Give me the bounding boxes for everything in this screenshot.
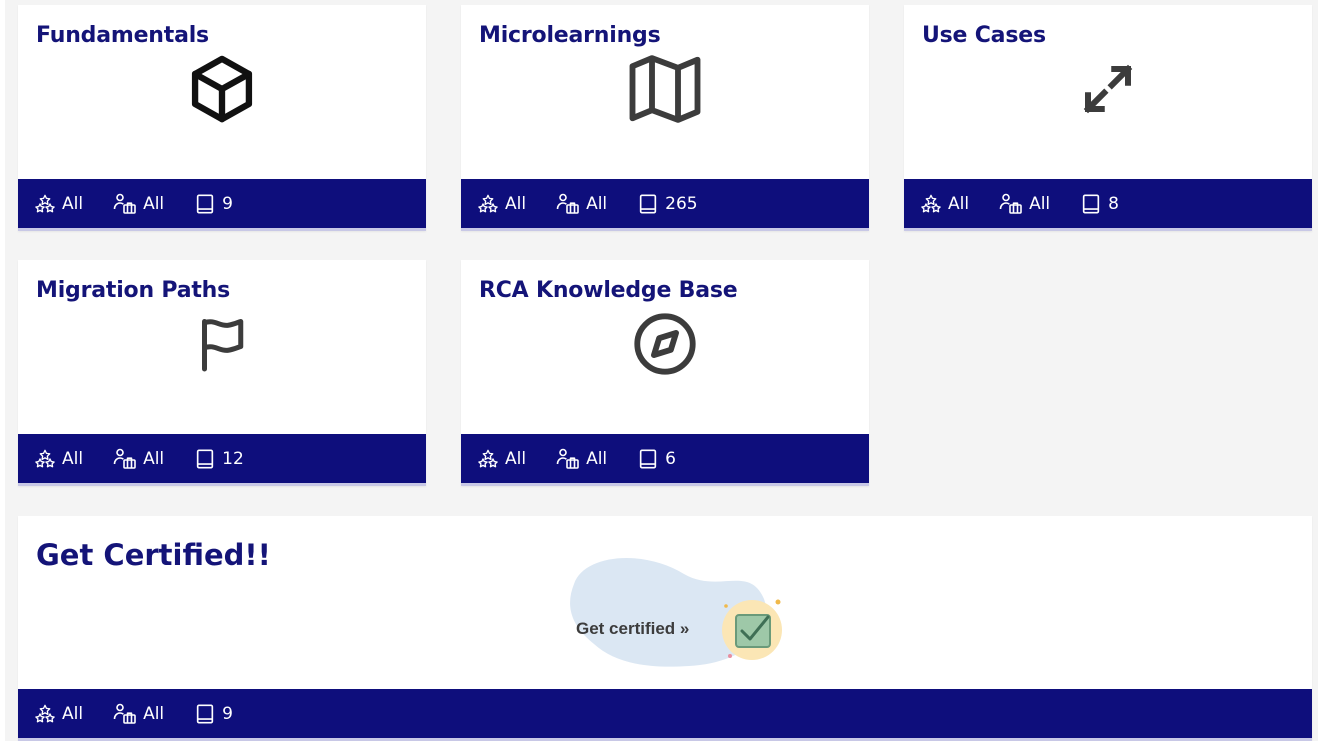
count-stat: 265: [637, 193, 698, 215]
get-certified-title: Get Certified!!: [36, 538, 271, 572]
card-title: Use Cases: [922, 23, 1046, 48]
card-fundamentals[interactable]: Fundamentals All All 9: [18, 5, 426, 231]
user-briefcase-icon: [113, 448, 136, 469]
levels-stat: All: [34, 194, 83, 214]
levels-icon: [478, 449, 498, 467]
get-certified-badge[interactable]: Get certified »: [554, 544, 794, 678]
count-stat: 8: [1080, 193, 1119, 215]
map-icon: [625, 49, 705, 129]
levels-value: All: [505, 193, 527, 214]
user-briefcase-icon: [556, 448, 579, 469]
levels-icon: [478, 194, 498, 212]
roles-stat: All: [556, 193, 607, 215]
card-footer: All All 9: [18, 179, 426, 231]
roles-value: All: [143, 703, 165, 724]
roles-stat: All: [113, 448, 164, 470]
card-title: Fundamentals: [36, 23, 209, 48]
roles-stat: All: [556, 448, 607, 470]
levels-icon: [35, 194, 55, 212]
levels-icon: [921, 194, 941, 212]
count-stat: 12: [194, 448, 244, 470]
book-icon: [639, 448, 657, 469]
card-footer: All All 9: [18, 689, 1312, 741]
roles-stat: All: [113, 703, 164, 725]
count-stat: 9: [194, 193, 233, 215]
card-footer: All All 265: [461, 179, 869, 231]
expand-arrows-icon: [1068, 49, 1148, 129]
learning-catalog: Fundamentals All All 9 Microlearnings Al…: [5, 0, 1318, 741]
roles-value: All: [1029, 193, 1051, 214]
levels-value: All: [62, 703, 84, 724]
card-title: Microlearnings: [479, 23, 661, 48]
levels-icon: [35, 704, 55, 722]
book-icon: [1082, 193, 1100, 214]
levels-value: All: [62, 193, 84, 214]
book-icon: [196, 703, 214, 724]
count-value: 6: [665, 448, 676, 469]
roles-value: All: [586, 193, 608, 214]
user-briefcase-icon: [113, 193, 136, 214]
levels-value: All: [948, 193, 970, 214]
roles-value: All: [143, 193, 165, 214]
user-briefcase-icon: [556, 193, 579, 214]
roles-value: All: [143, 448, 165, 469]
card-footer: All All 6: [461, 434, 869, 486]
count-stat: 6: [637, 448, 676, 470]
card-microlearnings[interactable]: Microlearnings All All 265: [461, 5, 869, 231]
levels-stat: All: [920, 194, 969, 214]
card-title: RCA Knowledge Base: [479, 278, 738, 303]
roles-stat: All: [999, 193, 1050, 215]
card-rca-knowledge-base[interactable]: RCA Knowledge Base All All 6: [461, 260, 869, 486]
user-briefcase-icon: [113, 703, 136, 724]
compass-icon: [625, 304, 705, 384]
card-footer: All All 8: [904, 179, 1312, 231]
count-value: 9: [222, 193, 233, 214]
levels-stat: All: [477, 194, 526, 214]
levels-value: All: [505, 448, 527, 469]
user-briefcase-icon: [999, 193, 1022, 214]
cube-icon: [182, 49, 262, 129]
card-use-cases[interactable]: Use Cases All All 8: [904, 5, 1312, 231]
card-title: Migration Paths: [36, 278, 231, 303]
count-stat: 9: [194, 703, 233, 725]
card-get-certified[interactable]: Get Certified!! Get certified » All All …: [18, 516, 1312, 741]
count-value: 265: [665, 193, 698, 214]
levels-value: All: [62, 448, 84, 469]
count-value: 12: [222, 448, 244, 469]
levels-icon: [35, 449, 55, 467]
levels-stat: All: [34, 704, 83, 724]
levels-stat: All: [477, 449, 526, 469]
count-value: 9: [222, 703, 233, 724]
book-icon: [196, 193, 214, 214]
flag-icon: [182, 304, 262, 384]
roles-stat: All: [113, 193, 164, 215]
book-icon: [196, 448, 214, 469]
card-migration-paths[interactable]: Migration Paths All All 12: [18, 260, 426, 486]
levels-stat: All: [34, 449, 83, 469]
book-icon: [639, 193, 657, 214]
card-footer: All All 12: [18, 434, 426, 486]
count-value: 8: [1108, 193, 1119, 214]
roles-value: All: [586, 448, 608, 469]
badge-text: Get certified »: [576, 619, 689, 638]
